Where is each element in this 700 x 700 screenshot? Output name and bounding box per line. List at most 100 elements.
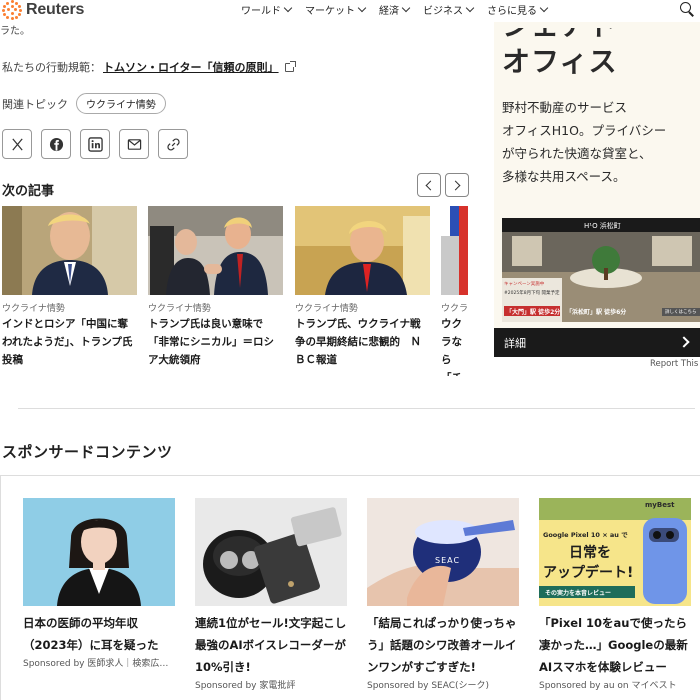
ad-photo-date: #2025年8月下旬 開業予定 <box>504 291 560 296</box>
nav-label: マーケット <box>305 6 355 17</box>
ad-office-photo[interactable]: H¹O 浜松町 キャンペーン実施中 #2025年8月下旬 開業予定 「大門」駅 … <box>502 218 700 322</box>
nav-world[interactable]: ワールド <box>241 2 293 17</box>
email-icon <box>127 138 141 150</box>
sponsored-byline: Sponsored by au on マイベスト <box>539 681 677 691</box>
related-topics: 関連トピック ウクライナ情勢 <box>2 93 166 114</box>
article-category: ウクライナ情勢 <box>2 304 65 314</box>
pixel-ad-line4: その実力を本音レビュー <box>545 590 612 597</box>
sponsored-thumbnail[interactable] <box>195 498 347 606</box>
ad-photo-brand: H¹O 浜松町 <box>584 222 621 230</box>
chevron-down-icon <box>465 3 475 12</box>
share-facebook-button[interactable] <box>41 129 71 159</box>
article-headline[interactable]: インドとロシア「中国に奪われたようだ」、トランプ氏投稿 <box>2 315 137 369</box>
sponsored-headline[interactable]: 「Pixel 10をauで使ったら凄かった…」Googleの最新AIスマホを体験… <box>539 612 691 678</box>
ad-copy-line: 野村不動産のサービス <box>502 100 628 115</box>
article-text-fragment: ラた。 <box>0 26 30 37</box>
sponsored-thumbnail[interactable] <box>23 498 175 606</box>
sponsored-byline: Sponsored by SEAC(シーク) <box>367 681 490 691</box>
reuters-logo[interactable]: Reuters <box>2 0 84 20</box>
article-headline[interactable]: トランプ氏、ウクライナ戦争の早期終結に悲観的 ＮＢＣ報道 <box>295 315 430 369</box>
chevron-down-icon <box>401 3 411 12</box>
ad-copy-line: が守られた快適な貸室と、 <box>502 146 652 161</box>
sponsored-headline[interactable]: 連続1位がセール!文字起こし最強のAIボイスレコーダーが10%引き! <box>195 612 347 678</box>
facebook-icon <box>49 137 63 151</box>
linkedin-icon <box>87 136 103 152</box>
reuters-logo-icon <box>2 0 22 20</box>
article-category: ウクライナ情勢 <box>148 304 211 314</box>
article-thumbnail[interactable] <box>148 206 283 295</box>
chevron-right-icon <box>678 336 690 348</box>
chevron-down-icon <box>539 3 549 12</box>
search-icon[interactable] <box>680 2 694 17</box>
nav-label: 経済 <box>379 6 399 17</box>
chevron-down-icon <box>283 3 293 12</box>
share-x-button[interactable] <box>2 129 32 159</box>
sponsored-card[interactable]: myBest Google Pixel 10 × au で 日常を アップデート… <box>539 498 691 691</box>
display-ad[interactable]: シェアド オフィス 野村不動産のサービス オフィスH1O。プライバシー が守られ… <box>494 0 700 357</box>
ad-photo-station-2: 「浜松町」駅 徒歩6分 <box>566 309 627 316</box>
share-linkedin-button[interactable] <box>80 129 110 159</box>
section-divider <box>18 408 695 409</box>
ad-copy: 野村不動産のサービス オフィスH1O。プライバシー が守られた快適な貸室と、 多… <box>502 96 666 188</box>
sponsored-card[interactable]: 連続1位がセール!文字起こし最強のAIボイスレコーダーが10%引き! Spons… <box>195 498 347 691</box>
ad-photo-detail-button[interactable]: 詳しくはこちら <box>662 308 700 316</box>
ad-copy-line: オフィスH1O。プライバシー <box>502 123 667 138</box>
carousel-prev-button[interactable] <box>417 173 441 197</box>
next-articles-carousel: ウクライナ情勢 インドとロシア「中国に奪われたようだ」、トランプ氏投稿 ウクライ… <box>2 206 468 376</box>
sponsored-card[interactable]: SEAC 「結局これぱっかり使っちゃう」話題のシワ改善オールインワンがすごすぎた… <box>367 498 519 691</box>
main-nav: ワールド マーケット 経済 ビジネス さらに見る <box>241 2 561 17</box>
pixel-ad-brand: myBest <box>645 501 675 509</box>
ad-photo-campaign: キャンペーン実施中 <box>504 282 545 287</box>
topic-chip-ukraine[interactable]: ウクライナ情勢 <box>76 93 166 114</box>
trust-principles: 私たちの行動規範： トムソン・ロイター「信頼の原則」 <box>2 59 296 75</box>
x-icon <box>11 137 23 151</box>
principles-link[interactable]: トムソン・ロイター「信頼の原則」 <box>103 59 279 75</box>
sponsored-heading: スポンサードコンテンツ <box>2 443 173 461</box>
sponsored-byline: Sponsored by 家電批評 <box>195 681 296 691</box>
article-headline[interactable]: トランプ氏は良い意味で「非常にシニカル」＝ロシア大統領府 <box>148 315 283 369</box>
article-category: ウクライナ情勢 <box>295 304 358 314</box>
nav-more[interactable]: さらに見る <box>487 2 549 17</box>
sponsored-thumbnail[interactable]: myBest Google Pixel 10 × au で 日常を アップデート… <box>539 498 691 606</box>
article-headline[interactable]: ウクラなら「チン氏 <box>441 315 468 376</box>
next-article-card[interactable]: ウクライナ情勢 トランプ氏、ウクライナ戦争の早期終結に悲観的 ＮＢＣ報道 <box>295 206 430 369</box>
sponsored-headline[interactable]: 「結局これぱっかり使っちゃう」話題のシワ改善オールインワンがすごすぎた! <box>367 612 519 678</box>
nav-label: ビジネス <box>423 6 463 17</box>
next-article-card[interactable]: ウクライナ情勢 インドとロシア「中国に奪われたようだ」、トランプ氏投稿 <box>2 206 137 369</box>
article-category: ウクラ <box>441 304 468 314</box>
share-email-button[interactable] <box>119 129 149 159</box>
sponsored-headline[interactable]: 日本の医師の平均年収（2023年）に耳を疑った <box>23 612 175 656</box>
nav-label: さらに見る <box>487 6 537 17</box>
ad-headline-line2: オフィス <box>502 45 618 78</box>
sponsored-byline: Sponsored by 医師求人｜検索広… <box>23 659 169 669</box>
sponsored-card[interactable]: 日本の医師の平均年収（2023年）に耳を疑った Sponsored by 医師求… <box>23 498 175 669</box>
nav-economy[interactable]: 経済 <box>379 2 411 17</box>
report-ad-link[interactable]: Report This <box>650 359 698 369</box>
pixel-ad-line3: アップデート! <box>543 565 634 581</box>
chevron-right-icon <box>450 180 461 190</box>
carousel-next-button[interactable] <box>445 173 469 197</box>
chevron-left-icon <box>425 180 436 190</box>
link-icon <box>166 137 180 151</box>
next-article-card[interactable]: ウクラ ウクラなら「チン氏 <box>441 206 468 376</box>
pixel-ad-line1: Google Pixel 10 × au で <box>543 531 628 539</box>
pixel-ad-line2: 日常を <box>569 545 611 561</box>
article-thumbnail[interactable] <box>441 206 468 295</box>
sponsored-thumbnail[interactable]: SEAC <box>367 498 519 606</box>
chevron-down-icon <box>357 3 367 12</box>
principles-label: 私たちの行動規範： <box>2 61 101 74</box>
topics-label: 関連トピック <box>2 97 68 111</box>
external-link-icon <box>284 60 296 72</box>
next-article-card[interactable]: ウクライナ情勢 トランプ氏は良い意味で「非常にシニカル」＝ロシア大統領府 <box>148 206 283 369</box>
next-articles-heading: 次の記事 <box>2 184 55 199</box>
share-bar <box>2 129 188 159</box>
ad-cta-label: 詳細 <box>504 336 526 350</box>
article-thumbnail[interactable] <box>2 206 137 295</box>
share-copy-link-button[interactable] <box>158 129 188 159</box>
nav-markets[interactable]: マーケット <box>305 2 367 17</box>
ad-cta-button[interactable]: 詳細 <box>494 328 700 357</box>
nav-business[interactable]: ビジネス <box>423 2 475 17</box>
nav-label: ワールド <box>241 6 281 17</box>
ad-photo-station-1: 「大門」駅 徒歩2分 <box>506 309 561 316</box>
article-thumbnail[interactable] <box>295 206 430 295</box>
